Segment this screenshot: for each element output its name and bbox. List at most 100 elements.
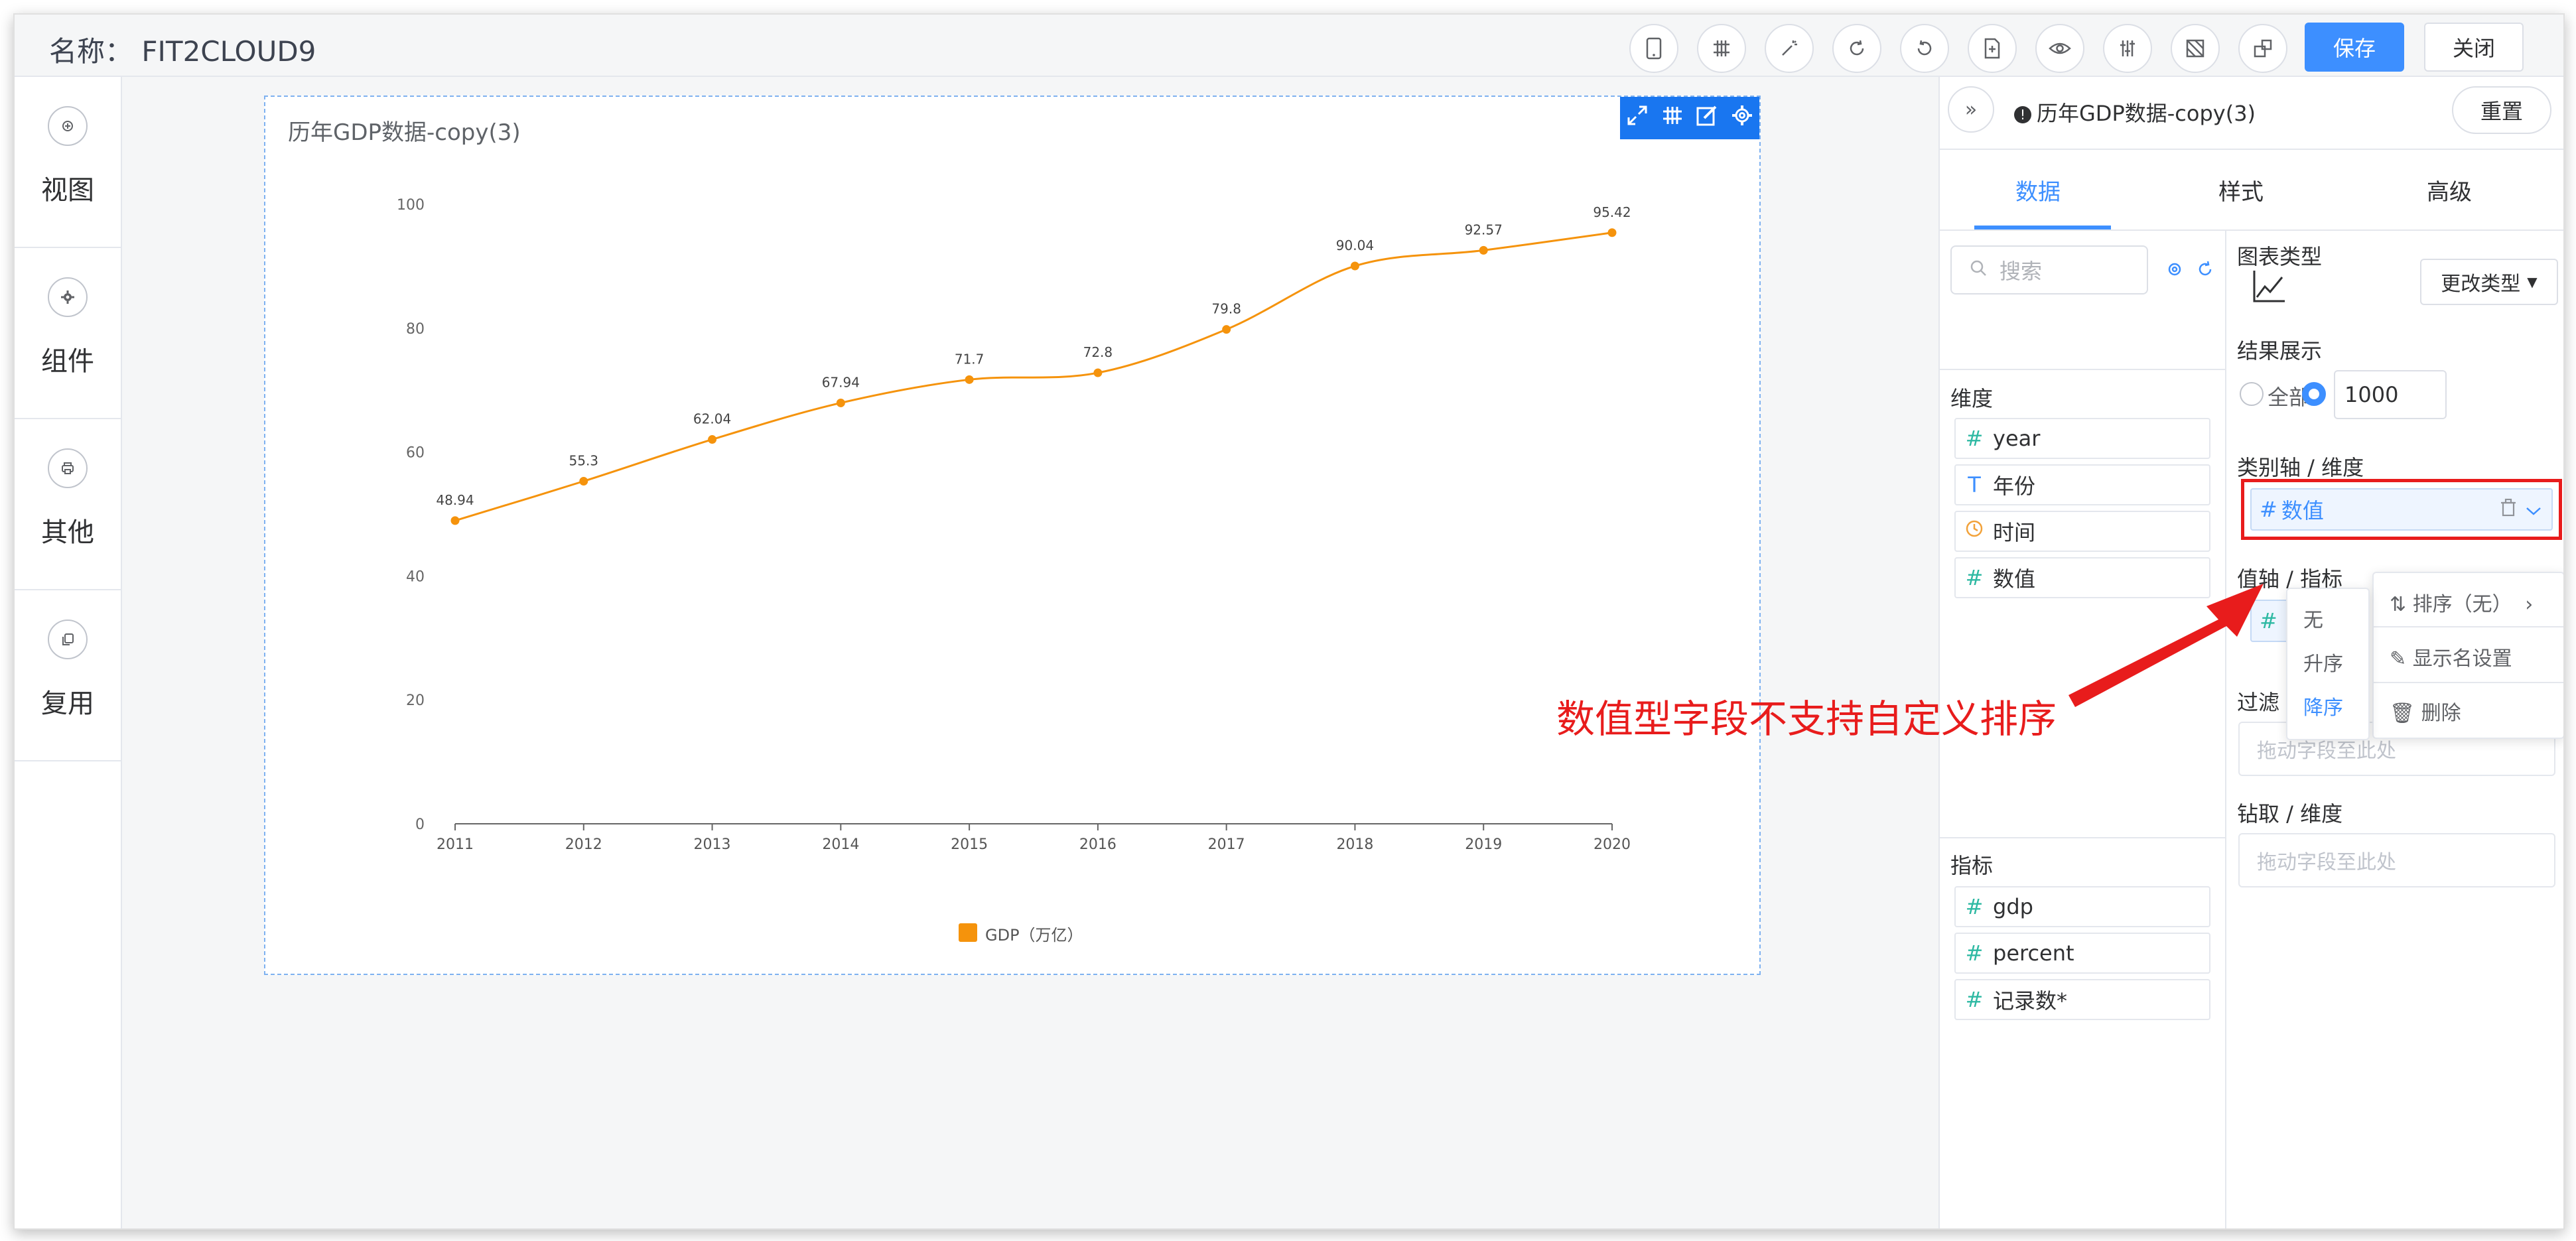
chevron-right-icon: › <box>2525 593 2534 616</box>
field-name: percent <box>1993 941 2074 966</box>
series-line-gdp <box>454 231 1613 522</box>
change-type-label: 更改类型 <box>2441 273 2521 296</box>
measure-field-percent[interactable]: # percent <box>1954 933 2210 974</box>
x-tick-label: 2015 <box>951 836 988 853</box>
measure-field-record-count[interactable]: # 记录数* <box>1954 979 2210 1020</box>
data-labels: 48.94 55.3 62.04 67.94 71.7 72.8 79.8 90.04 92.5… <box>436 204 1631 508</box>
collapse-panel-button[interactable]: » <box>1948 86 1994 133</box>
sidebar-item-label: 复用 <box>41 688 94 719</box>
measure-section-label: 指标 <box>1950 853 1994 878</box>
line-chart: 020406080100 2011 2012 2013 2014 2015 2016 201… <box>397 197 1631 853</box>
trash-icon: 🗑 <box>2390 702 2415 725</box>
sidebar-item-component[interactable]: 组件 <box>15 248 121 419</box>
measure-field-gdp[interactable]: # gdp <box>1954 886 2210 927</box>
caret-down-icon: ▼ <box>2527 274 2538 290</box>
data-label: 95.42 <box>1593 204 1631 220</box>
x-tick-label: 2017 <box>1208 836 1245 853</box>
field-search-input[interactable]: 搜索 <box>1950 245 2148 294</box>
text-type-icon: T <box>1968 472 1981 497</box>
field-name: 时间 <box>1993 520 2036 545</box>
clock-type-icon <box>1956 519 1993 544</box>
annotation-text: 数值型字段不支持自定义排序 <box>1556 696 2057 742</box>
info-icon: ! <box>2014 106 2031 123</box>
field-refresh-icon[interactable] <box>2196 260 2214 283</box>
x-tick-label: 2018 <box>1336 836 1373 853</box>
magic-icon[interactable] <box>1765 24 1814 73</box>
sidebar-item-other[interactable]: 其他 <box>15 419 121 590</box>
data-label: 92.57 <box>1465 222 1503 237</box>
dimension-section-label: 维度 <box>1950 386 1994 411</box>
radio-all[interactable] <box>2240 382 2264 406</box>
data-label: 48.94 <box>436 492 474 508</box>
data-label: 55.3 <box>569 452 599 468</box>
name-value: FIT2CLOUD9 <box>141 35 316 68</box>
data-point[interactable] <box>579 476 588 486</box>
radio-limit[interactable] <box>2302 382 2326 406</box>
data-point[interactable] <box>450 516 460 525</box>
result-count-input[interactable]: 1000 <box>2334 370 2447 419</box>
dimension-field-nianfen[interactable]: T 年份 <box>1954 464 2210 505</box>
sort-submenu: 无 升序 降序 <box>2286 588 2370 740</box>
layout-icon[interactable] <box>2238 24 2287 73</box>
highlight-box <box>2241 479 2562 540</box>
tab-style[interactable]: 样式 <box>2218 174 2264 206</box>
chart-component[interactable]: 历年GDP数据-copy(3) 0 20 40 60 80 100 2011 2012 201… <box>264 96 1761 975</box>
divider <box>1940 837 2225 838</box>
tab-advanced[interactable]: 高级 <box>2427 174 2472 206</box>
data-point[interactable] <box>965 375 974 384</box>
field-name: 年份 <box>1993 474 2036 499</box>
plus-circle-icon <box>48 106 88 146</box>
menu-item-sort[interactable]: ⇅ 排序（无） › <box>2390 588 2533 617</box>
data-point[interactable] <box>1350 261 1359 271</box>
data-point[interactable] <box>1222 325 1231 334</box>
sort-option-asc[interactable]: 升序 <box>2303 647 2343 677</box>
drill-drop-zone[interactable]: 拖动字段至此处 <box>2238 833 2555 887</box>
result-display-label: 结果展示 <box>2237 338 2323 363</box>
category-axis-label: 类别轴 / 维度 <box>2237 455 2364 480</box>
menu-item-delete[interactable]: 🗑 删除 <box>2390 696 2461 726</box>
clear-icon[interactable] <box>2171 24 2220 73</box>
close-button[interactable]: 关闭 <box>2424 23 2524 72</box>
annotation-arrow <box>2068 584 2264 707</box>
field-settings-icon[interactable] <box>2165 260 2184 283</box>
sort-icon: ⇅ <box>2390 593 2407 616</box>
dimension-field-shijian[interactable]: 时间 <box>1954 511 2210 552</box>
y-tick-label: 80 <box>406 321 425 338</box>
legend-swatch-gdp <box>959 923 977 942</box>
data-point[interactable] <box>836 398 845 407</box>
refresh-icon[interactable] <box>1832 24 1881 73</box>
sort-option-desc[interactable]: 降序 <box>2303 691 2343 720</box>
dimension-field-year[interactable]: # year <box>1954 418 2210 459</box>
save-button[interactable]: 保存 <box>2305 23 2404 72</box>
x-tick-label: 2019 <box>1465 836 1502 853</box>
sort-label: 排序（无） <box>2412 593 2512 616</box>
undo-icon[interactable] <box>1900 24 1949 73</box>
data-label: 62.04 <box>693 411 731 427</box>
change-type-button[interactable]: 更改类型 ▼ <box>2420 259 2558 305</box>
search-placeholder: 搜索 <box>2000 259 2043 284</box>
field-name: 数值 <box>1993 566 2036 592</box>
data-point[interactable] <box>1479 245 1488 255</box>
sliders-icon[interactable] <box>2103 24 2152 73</box>
export-icon[interactable] <box>1968 24 2017 73</box>
line-chart-type-icon[interactable] <box>2250 268 2287 308</box>
number-type-icon: # <box>1965 941 1984 966</box>
reset-button[interactable]: 重置 <box>2452 86 2551 134</box>
gear-icon <box>48 277 88 317</box>
menu-item-rename[interactable]: ✎ 显示名设置 <box>2390 642 2512 671</box>
data-point[interactable] <box>1093 368 1103 377</box>
delete-label: 删除 <box>2421 702 2461 725</box>
mobile-icon[interactable] <box>1629 24 1678 73</box>
data-point[interactable] <box>1607 228 1617 237</box>
tab-data[interactable]: 数据 <box>2015 174 2061 206</box>
grid-icon[interactable] <box>1697 24 1746 73</box>
x-tick-label: 2020 <box>1593 836 1631 853</box>
eye-icon[interactable] <box>2035 24 2084 73</box>
x-tick-label: 2016 <box>1079 836 1117 853</box>
data-point[interactable] <box>708 435 717 444</box>
sort-option-none[interactable]: 无 <box>2303 604 2323 633</box>
sidebar-item-reuse[interactable]: 复用 <box>15 590 121 761</box>
top-bar: 名称： FIT2CLOUD9 保存 关闭 <box>15 15 2563 77</box>
sidebar-item-view[interactable]: 视图 <box>15 77 121 248</box>
active-tab-indicator <box>1974 226 2111 229</box>
